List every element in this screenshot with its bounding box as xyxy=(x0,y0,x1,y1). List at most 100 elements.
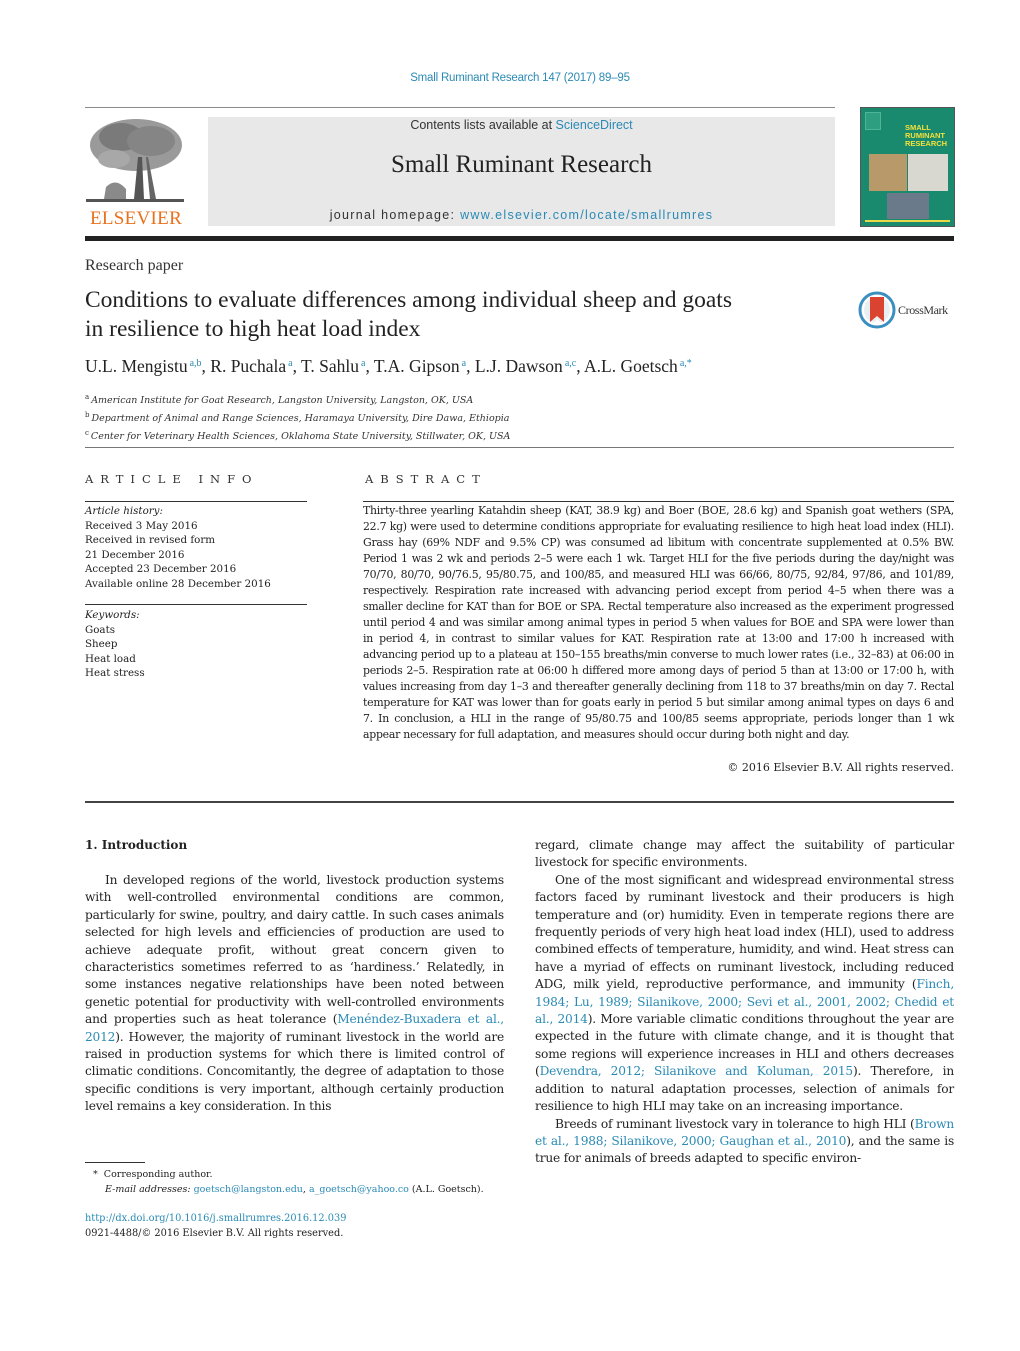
history-item: 21 December 2016 xyxy=(85,548,185,561)
author-affil-marker[interactable]: a,b xyxy=(190,358,202,369)
cover-photo-goat xyxy=(869,154,907,191)
author-separator: , xyxy=(365,356,374,376)
article-title: Conditions to evaluate differences among… xyxy=(85,286,845,344)
article-info-heading: ARTICLE INFO xyxy=(85,472,259,486)
cover-title-line: RESEARCH xyxy=(905,139,948,148)
email-owner: (A.L. Goetsch). xyxy=(408,1183,484,1195)
cover-title: SMALL RUMINANT RESEARCH xyxy=(905,124,947,148)
paragraph-text: In developed regions of the world, lives… xyxy=(85,873,504,1027)
paragraph-text-continued: ). However, the majority of ruminant liv… xyxy=(85,1029,504,1114)
elsevier-wordmark: ELSEVIER xyxy=(89,208,183,229)
author-separator: , xyxy=(576,356,584,376)
keyword: Heat load xyxy=(85,652,136,665)
cover-photo-sheep xyxy=(908,154,948,191)
author-name: R. Puchala xyxy=(210,356,287,376)
author-list: U.L. Mengistu a,b, R. Puchala a, T. Sahlu a… xyxy=(85,356,692,377)
article-type: Research paper xyxy=(85,257,184,274)
article-info-divider xyxy=(85,501,307,502)
paragraph-text: One of the most significant and widespre… xyxy=(535,872,954,992)
author-name: T.A. Gipson xyxy=(373,356,460,376)
affiliations-divider xyxy=(85,447,954,448)
author[interactable]: R. Puchala a xyxy=(210,356,292,376)
author-separator: , xyxy=(292,356,301,376)
affiliation: b Department of Animal and Range Sciences… xyxy=(85,408,510,426)
crossmark-label: CrossMark xyxy=(898,303,948,317)
body-column-right: regard, climate change may affect the su… xyxy=(535,837,954,1168)
sciencedirect-link[interactable]: ScienceDirect xyxy=(556,118,633,132)
author[interactable]: A.L. Goetsch a,* xyxy=(584,356,692,376)
journal-title: Small Ruminant Research xyxy=(390,151,653,178)
author-name: U.L. Mengistu xyxy=(85,356,188,376)
masthead-heavy-rule xyxy=(85,236,954,241)
introduction-heading: 1. Introduction xyxy=(85,838,188,852)
history-item: Received 3 May 2016 xyxy=(85,519,198,532)
contents-prefix: Contents lists available at xyxy=(410,118,556,132)
keyword: Heat stress xyxy=(85,667,145,679)
footnote-marker: * xyxy=(93,1169,98,1180)
keywords-label: Keywords: xyxy=(85,609,140,621)
abstract-divider xyxy=(363,501,954,502)
affiliation-key: c xyxy=(85,429,89,438)
issn-copyright: 0921-4488/© 2016 Elsevier B.V. All right… xyxy=(85,1227,344,1239)
affiliation-list: a American Institute for Goat Research, L… xyxy=(85,390,510,444)
intro-paragraph-2: One of the most significant and widespre… xyxy=(535,872,954,1116)
affiliation-text: Department of Animal and Range Sciences,… xyxy=(91,413,510,425)
history-item: Received in revised form xyxy=(85,534,216,546)
citation-link[interactable]: Devendra, 2012; Silanikove and Koluman, … xyxy=(540,1064,854,1078)
email-label: E-mail addresses: xyxy=(105,1183,191,1195)
contents-line: Contents lists available at ScienceDirec… xyxy=(208,118,835,132)
cover-footer-strip xyxy=(865,220,950,222)
intro-paragraph-1-continued: regard, climate change may affect the su… xyxy=(535,838,954,870)
email-link[interactable]: goetsch@langston.edu xyxy=(194,1184,303,1195)
keyword: Sheep xyxy=(85,638,118,650)
journal-cover-image[interactable]: SMALL RUMINANT RESEARCH xyxy=(860,107,955,227)
author[interactable]: L.J. Dawson a,c xyxy=(475,356,576,376)
journal-masthead: Contents lists available at ScienceDirec… xyxy=(208,117,835,226)
crossmark-icon xyxy=(858,291,896,329)
title-line-2: in resilience to high heat load index xyxy=(85,316,421,342)
corresponding-author-footnote: * Corresponding author. E-mail addresses… xyxy=(85,1168,525,1197)
author[interactable]: T. Sahlu a xyxy=(301,356,365,376)
author-affil-marker[interactable]: a,* xyxy=(680,358,692,369)
author-separator: , xyxy=(466,356,475,376)
doi-block: http://dx.doi.org/10.1016/j.smallrumres.… xyxy=(85,1212,346,1241)
affiliation: a American Institute for Goat Research, L… xyxy=(85,390,510,408)
affiliation: c Center for Veterinary Health Sciences, … xyxy=(85,426,510,444)
article-history-label: Article history: xyxy=(85,505,163,517)
body-column-left: In developed regions of the world, lives… xyxy=(85,872,504,1116)
intro-paragraph-3: Breeds of ruminant livestock vary in tol… xyxy=(535,1116,954,1168)
abstract-end-divider xyxy=(85,801,954,803)
doi-link[interactable]: http://dx.doi.org/10.1016/j.smallrumres.… xyxy=(85,1213,346,1224)
journal-homepage-line: journal homepage: www.elsevier.com/locat… xyxy=(208,208,835,222)
homepage-prefix: journal homepage: xyxy=(329,208,461,222)
keyword: Goats xyxy=(85,623,115,636)
corresponding-author-label: Corresponding author. xyxy=(103,1169,213,1180)
header-divider xyxy=(85,107,835,108)
keywords: Keywords: Goats Sheep Heat load Heat str… xyxy=(85,608,307,681)
cover-publisher-icon xyxy=(865,112,881,130)
abstract-heading: ABSTRACT xyxy=(365,472,487,486)
affiliation-text: Center for Veterinary Health Sciences, O… xyxy=(90,431,511,443)
author[interactable]: T.A. Gipson a xyxy=(374,356,466,376)
elsevier-logo[interactable]: ELSEVIER xyxy=(84,115,188,230)
journal-homepage-link[interactable]: www.elsevier.com/locate/smallrumres xyxy=(460,208,713,222)
history-item: Available online 28 December 2016 xyxy=(85,577,271,590)
abstract-text: Thirty-three yearling Katahdin sheep (KA… xyxy=(363,504,954,741)
author-name: A.L. Goetsch xyxy=(584,356,678,376)
elsevier-tree-icon xyxy=(86,119,184,202)
author-name: L.J. Dawson xyxy=(474,356,563,376)
author-affil-marker[interactable]: a,c xyxy=(565,358,576,369)
title-line-1: Conditions to evaluate differences among… xyxy=(85,287,732,313)
article-history: Article history: Received 3 May 2016 Rec… xyxy=(85,504,307,591)
keywords-divider xyxy=(85,604,307,605)
author-separator: , xyxy=(201,356,211,376)
paragraph-text: Breeds of ruminant livestock vary in tol… xyxy=(555,1116,915,1131)
email-link[interactable]: a_goetsch@yahoo.co xyxy=(309,1184,409,1195)
crossmark-button[interactable]: CrossMark xyxy=(858,291,958,329)
abstract-copyright: © 2016 Elsevier B.V. All rights reserved… xyxy=(727,761,954,774)
footnote-divider xyxy=(85,1162,145,1163)
affiliation-key: a xyxy=(85,393,90,401)
journal-citation-link[interactable]: Small Ruminant Research 147 (2017) 89–95 xyxy=(0,72,1020,84)
author[interactable]: U.L. Mengistu a,b xyxy=(85,356,202,376)
affiliation-text: American Institute for Goat Research, La… xyxy=(91,395,474,407)
